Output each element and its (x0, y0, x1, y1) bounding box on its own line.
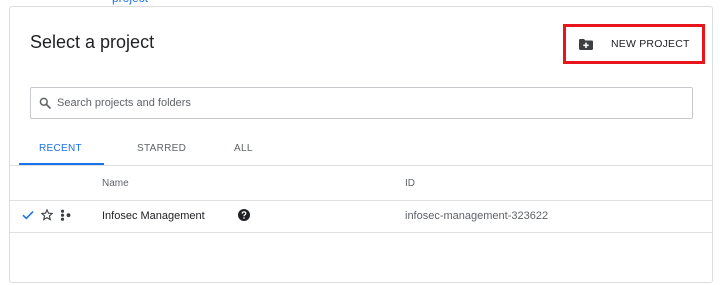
new-project-button[interactable]: NEW PROJECT (563, 24, 705, 64)
help-icon[interactable] (238, 209, 250, 221)
project-id: infosec-management-323622 (405, 210, 549, 222)
column-header-id: ID (405, 178, 415, 189)
projects-table: Name ID Infosec Management infosec-manag… (10, 165, 712, 233)
tab-bar: RECENT STARRED ALL (19, 135, 319, 165)
star-outline-icon[interactable] (41, 209, 53, 221)
new-project-label: NEW PROJECT (611, 38, 690, 50)
table-row[interactable]: Infosec Management infosec-management-32… (10, 201, 712, 233)
project-name: Infosec Management (102, 210, 205, 222)
tab-starred-label: STARRED (137, 143, 187, 154)
add-folder-icon (579, 39, 593, 50)
tab-all[interactable]: ALL (224, 135, 264, 165)
dialog-title: Select a project (30, 32, 155, 52)
tab-recent-label: RECENT (39, 143, 82, 154)
check-icon (22, 211, 34, 220)
column-header-name: Name (102, 178, 129, 189)
search-icon (39, 97, 51, 109)
search-input[interactable] (57, 95, 677, 111)
select-project-dialog: Select a project NEW PROJECT RECENT STAR… (9, 6, 713, 283)
background-partial-text: project (112, 0, 148, 5)
table-header: Name ID (10, 165, 712, 201)
tab-all-label: ALL (234, 143, 253, 154)
tab-starred[interactable]: STARRED (129, 135, 199, 165)
search-box[interactable] (30, 87, 693, 119)
tab-recent[interactable]: RECENT (19, 135, 104, 165)
project-icon (60, 209, 71, 221)
